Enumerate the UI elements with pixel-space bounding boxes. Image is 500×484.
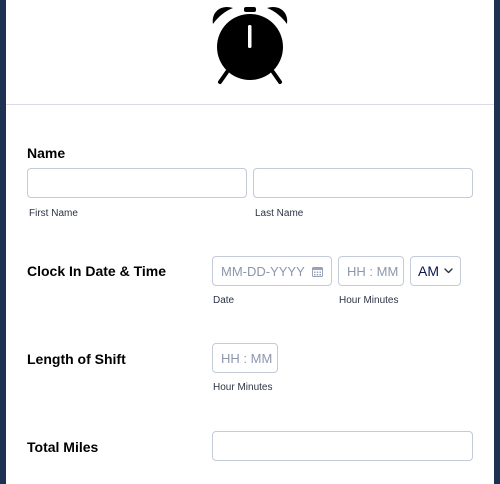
total-miles-input[interactable] — [212, 431, 473, 461]
clock-in-time-sublabel: Hour Minutes — [339, 295, 399, 306]
date-input[interactable]: MM-DD-YYYY — [212, 256, 332, 286]
clock-in-time-placeholder: HH : MM — [347, 263, 399, 279]
shift-length-label: Length of Shift — [27, 351, 126, 367]
form-card: Name First Name Last Name Clock In Date … — [6, 0, 494, 484]
ampm-value: AM — [418, 263, 439, 279]
first-name-input[interactable] — [27, 168, 247, 198]
first-name-sublabel: First Name — [29, 208, 78, 219]
date-placeholder: MM-DD-YYYY — [221, 263, 305, 279]
ampm-select[interactable]: AM — [410, 256, 461, 286]
clock-in-time-input[interactable]: HH : MM — [338, 256, 404, 286]
name-label: Name — [27, 145, 66, 161]
date-sublabel: Date — [213, 295, 235, 306]
alarm-clock-icon — [212, 6, 288, 84]
form-header — [6, 0, 494, 105]
shift-length-input[interactable]: HH : MM — [212, 343, 278, 373]
total-miles-label: Total Miles — [27, 439, 99, 455]
last-name-sublabel: Last Name — [255, 208, 304, 219]
shift-length-sublabel: Hour Minutes — [213, 382, 273, 393]
shift-length-placeholder: HH : MM — [221, 350, 273, 366]
clock-in-label: Clock In Date & Time — [27, 263, 167, 279]
calendar-icon[interactable] — [312, 266, 323, 277]
chevron-down-icon — [444, 268, 453, 274]
last-name-input[interactable] — [253, 168, 473, 198]
